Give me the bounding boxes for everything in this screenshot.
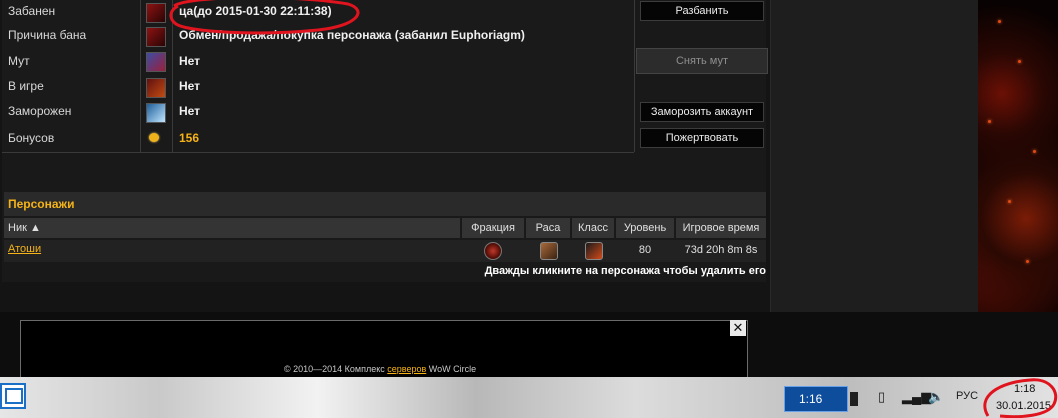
bonus-value: 156 [179,131,200,145]
characters-title: Персонажи [8,197,75,211]
row-mute: Мут Нет [2,48,634,76]
media-player-thumbnail[interactable]: 1:16 [784,386,848,412]
delete-hint: Дважды кликните на персонажа чтобы удали… [484,265,766,277]
column-level[interactable]: Уровень [616,218,675,238]
copyright-text: © 2010—2014 Комплекс серверов WoW Circle [284,364,477,374]
character-nick-link[interactable]: Атоши [8,243,41,255]
background-art [978,0,1058,312]
row-ingame: В игре Нет [2,75,634,100]
row-label: В игре [8,79,44,93]
column-faction[interactable]: Фракция [462,218,525,238]
donate-button[interactable]: Пожертвовать [640,128,764,148]
character-playtime: 73d 20h 8m 8s [684,244,758,256]
phone-icon[interactable]: ▯ [878,389,885,405]
row-label: Заморожен [8,104,72,118]
warrior-class-icon [585,242,603,260]
ban-reason-icon [146,27,166,47]
ingame-value: Нет [179,79,201,93]
row-bonus: Бонусов 156 [2,125,634,153]
orc-race-icon [540,242,558,260]
freeze-account-button[interactable]: Заморозить аккаунт [640,102,764,122]
mute-icon [146,52,166,72]
volume-icon[interactable]: 🔈 [928,389,944,405]
column-nick[interactable]: Ник ▲ [4,218,461,238]
ingame-icon [146,78,166,98]
media-time: 1:16 [799,392,823,406]
character-level: 80 [638,244,652,256]
row-label: Мут [8,54,30,68]
column-race[interactable]: Раса [526,218,571,238]
right-sidebar [770,0,979,312]
red-annotation-circle [983,378,1058,418]
input-language[interactable]: РУС [956,390,978,402]
horde-faction-icon [484,242,502,260]
row-frozen: Заморожен Нет [2,99,634,126]
characters-header: Персонажи [4,192,766,216]
battery-icon[interactable] [850,392,858,406]
close-icon[interactable]: ✕ [730,320,746,336]
unmute-button[interactable]: Снять мут [636,48,768,74]
row-label: Забанен [8,4,56,18]
ban-hand-icon [146,3,166,23]
taskbar [0,377,1058,418]
column-class[interactable]: Класс [572,218,615,238]
gold-coin-icon [146,129,164,147]
row-label: Бонусов [8,131,55,145]
row-label: Причина бана [8,28,87,42]
frozen-icon [146,103,166,123]
column-playtime[interactable]: Игровое время [676,218,766,238]
mute-value: Нет [179,54,201,68]
desktop-icon[interactable] [0,383,26,409]
red-annotation-ellipse [169,0,360,35]
unban-button[interactable]: Разбанить [640,1,764,21]
servers-link[interactable]: серверов [387,364,426,374]
network-signal-icon[interactable]: ▂▄▆ [902,389,931,405]
frozen-value: Нет [179,104,201,118]
